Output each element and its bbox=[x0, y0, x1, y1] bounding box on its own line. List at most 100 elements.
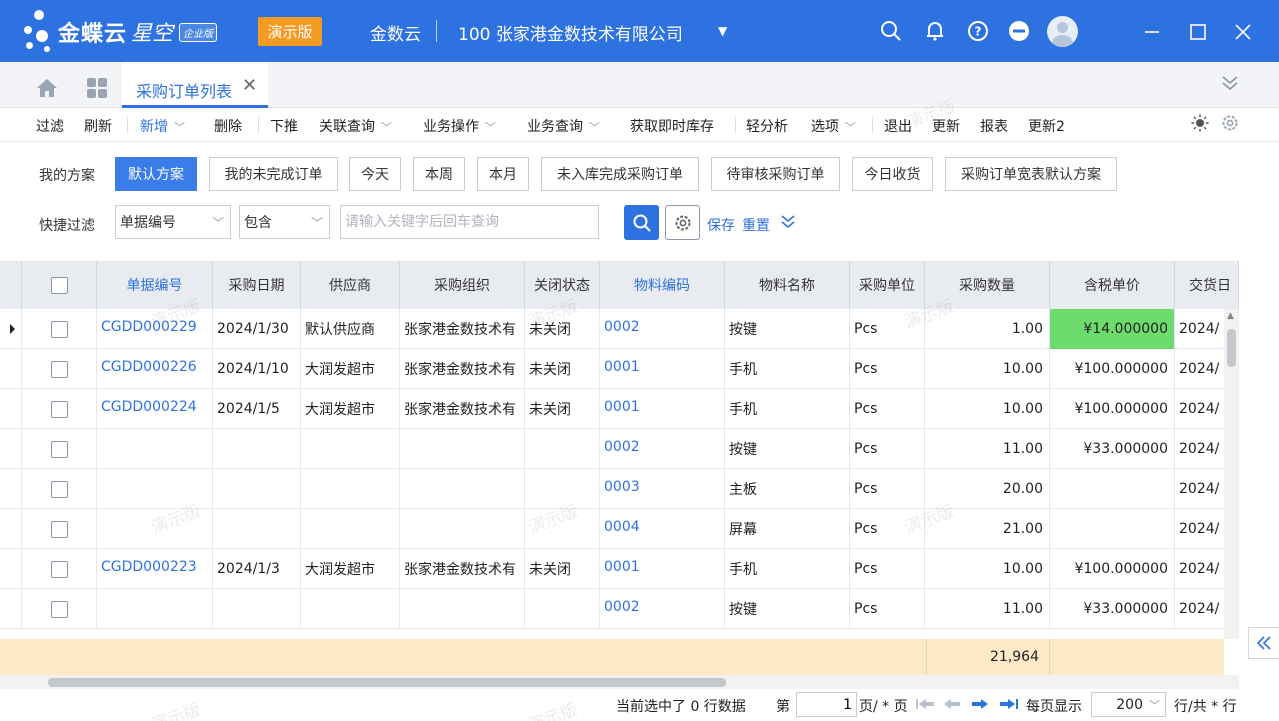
scheme-today-button[interactable]: 今天 bbox=[349, 157, 401, 191]
first-page-icon[interactable] bbox=[916, 697, 934, 715]
horizontal-scroll-thumb[interactable] bbox=[48, 678, 726, 687]
cell-material-code[interactable]: 0004 bbox=[600, 509, 725, 549]
col-delivery[interactable]: 交货日 bbox=[1175, 261, 1239, 309]
row-checkbox[interactable] bbox=[50, 320, 68, 338]
table-row[interactable]: 0002 按键 Pcs 11.00 ¥33.000000 2024/ bbox=[0, 589, 1239, 629]
avatar[interactable] bbox=[1047, 16, 1078, 47]
col-price[interactable]: 含税单价 bbox=[1050, 261, 1175, 309]
col-qty[interactable]: 采购数量 bbox=[925, 261, 1050, 309]
row-checkbox[interactable] bbox=[50, 520, 68, 538]
row-checkbox[interactable] bbox=[50, 400, 68, 418]
light-analysis-button[interactable]: 轻分析 bbox=[746, 116, 788, 136]
options-button[interactable]: 选项 ﹀ bbox=[811, 116, 856, 136]
settings-gear-icon[interactable] bbox=[1220, 113, 1240, 137]
more-icon[interactable] bbox=[1006, 18, 1032, 44]
select-all-checkbox[interactable] bbox=[50, 276, 68, 294]
table-row[interactable]: 0004 屏幕 Pcs 21.00 2024/ bbox=[0, 509, 1239, 549]
filter-field-select[interactable]: 单据编号 ﹀ bbox=[115, 205, 231, 239]
cell-bill-no[interactable]: CGDD000226 bbox=[97, 349, 213, 389]
per-page-select[interactable]: 200 ﹀ bbox=[1091, 692, 1166, 717]
scheme-this-week-button[interactable]: 本周 bbox=[413, 157, 465, 191]
row-checkbox[interactable] bbox=[50, 560, 68, 578]
report-button[interactable]: 报表 bbox=[980, 116, 1008, 136]
table-row[interactable]: CGDD000223 2024/1/3 大润发超市 张家港金数技术有 未关闭 0001 手机… bbox=[0, 549, 1239, 589]
cell-material-code[interactable]: 0001 bbox=[600, 389, 725, 429]
search-icon[interactable] bbox=[878, 18, 904, 44]
chevron-down-icon[interactable]: ﹀ bbox=[381, 119, 392, 135]
close-window-icon[interactable] bbox=[1229, 18, 1257, 46]
bell-icon[interactable] bbox=[922, 18, 948, 44]
business-query-button[interactable]: 业务查询 ﹀ bbox=[527, 116, 600, 136]
filter-operator-select[interactable]: 包含 ﹀ bbox=[239, 205, 330, 239]
save-filter-link[interactable]: 保存 bbox=[707, 215, 735, 235]
maximize-icon[interactable] bbox=[1184, 18, 1212, 46]
cell-material-code[interactable]: 0002 bbox=[600, 309, 725, 349]
cell-bill-no[interactable] bbox=[97, 429, 213, 469]
update-button[interactable]: 更新 bbox=[932, 116, 960, 136]
cell-material-code[interactable]: 0001 bbox=[600, 349, 725, 389]
scheme-not-stocked-button[interactable]: 未入库完成采购订单 bbox=[541, 157, 699, 191]
row-checkbox[interactable] bbox=[50, 440, 68, 458]
company-selector[interactable]: 100 张家港金数技术有限公司 bbox=[458, 20, 683, 45]
horizontal-scrollbar[interactable] bbox=[0, 675, 1239, 689]
cell-material-code[interactable]: 0002 bbox=[600, 429, 725, 469]
update2-button[interactable]: 更新2 bbox=[1028, 116, 1065, 136]
row-checkbox[interactable] bbox=[50, 600, 68, 618]
help-icon[interactable]: ? bbox=[965, 18, 991, 44]
related-query-button[interactable]: 关联查询 ﹀ bbox=[319, 116, 392, 136]
delete-button[interactable]: 删除 bbox=[214, 116, 242, 136]
scheme-pending-audit-button[interactable]: 待审核采购订单 bbox=[711, 157, 840, 191]
cell-bill-no[interactable] bbox=[97, 469, 213, 509]
search-button[interactable] bbox=[624, 205, 659, 240]
table-row[interactable]: CGDD000224 2024/1/5 大润发超市 张家港金数技术有 未关闭 0001 手机… bbox=[0, 389, 1239, 429]
chevron-down-icon[interactable]: ﹀ bbox=[589, 119, 600, 135]
filter-button[interactable]: 过滤 bbox=[36, 116, 64, 136]
scheme-today-received-button[interactable]: 今日收货 bbox=[852, 157, 933, 191]
cell-bill-no[interactable] bbox=[97, 589, 213, 629]
table-row[interactable]: 0003 主板 Pcs 20.00 2024/ bbox=[0, 469, 1239, 509]
col-org[interactable]: 采购组织 bbox=[400, 261, 525, 309]
scheme-default-button[interactable]: 默认方案 bbox=[115, 157, 197, 191]
filter-settings-button[interactable] bbox=[665, 205, 700, 240]
prev-page-icon[interactable] bbox=[944, 697, 960, 715]
col-supplier[interactable]: 供应商 bbox=[301, 261, 400, 309]
search-input[interactable] bbox=[340, 205, 599, 239]
cell-material-code[interactable]: 0003 bbox=[600, 469, 725, 509]
expand-filter-icon[interactable] bbox=[781, 214, 795, 234]
col-date[interactable]: 采购日期 bbox=[213, 261, 301, 309]
scheme-my-unfinished-button[interactable]: 我的未完成订单 bbox=[209, 157, 338, 191]
cell-bill-no[interactable]: CGDD000223 bbox=[97, 549, 213, 589]
tab-purchase-order-list[interactable]: 采购订单列表 ✕ bbox=[122, 62, 268, 108]
vertical-scroll-thumb[interactable] bbox=[1227, 329, 1236, 367]
col-unit[interactable]: 采购单位 bbox=[850, 261, 925, 309]
cell-bill-no[interactable]: CGDD000229 bbox=[97, 309, 213, 349]
table-row[interactable]: 0002 按键 Pcs 11.00 ¥33.000000 2024/ bbox=[0, 429, 1239, 469]
col-material-name[interactable]: 物料名称 bbox=[725, 261, 850, 309]
cell-bill-no[interactable] bbox=[97, 509, 213, 549]
push-down-button[interactable]: 下推 bbox=[270, 116, 298, 136]
row-checkbox[interactable] bbox=[50, 360, 68, 378]
minimize-icon[interactable] bbox=[1138, 18, 1166, 46]
scheme-this-month-button[interactable]: 本月 bbox=[477, 157, 529, 191]
vertical-scrollbar[interactable]: ▲ bbox=[1224, 309, 1239, 639]
business-ops-button[interactable]: 业务操作 ﹀ bbox=[423, 116, 496, 136]
last-page-icon[interactable] bbox=[1000, 697, 1018, 715]
scheme-wide-table-button[interactable]: 采购订单宽表默认方案 bbox=[945, 157, 1117, 191]
chevron-down-icon[interactable]: ﹀ bbox=[174, 119, 185, 135]
exit-button[interactable]: 退出 bbox=[884, 116, 912, 136]
home-icon[interactable] bbox=[36, 78, 58, 98]
refresh-button[interactable]: 刷新 bbox=[84, 116, 112, 136]
tab-close-icon[interactable]: ✕ bbox=[242, 75, 257, 96]
chevron-down-icon[interactable]: ﹀ bbox=[485, 119, 496, 135]
scroll-up-icon[interactable]: ▲ bbox=[1227, 311, 1234, 321]
table-row[interactable]: CGDD000229 2024/1/30 默认供应商 张家港金数技术有 未关闭 0002 按… bbox=[0, 309, 1239, 349]
col-close-status[interactable]: 关闭状态 bbox=[525, 261, 600, 309]
col-bill-no[interactable]: 单据编号 bbox=[97, 261, 213, 309]
side-panel-collapse-icon[interactable] bbox=[1248, 627, 1279, 659]
cell-material-code[interactable]: 0002 bbox=[600, 589, 725, 629]
collapse-chevron-icon[interactable] bbox=[1221, 74, 1239, 96]
get-inventory-button[interactable]: 获取即时库存 bbox=[630, 116, 714, 136]
company-caret-down-icon[interactable]: ▼ bbox=[718, 24, 727, 38]
page-number-input[interactable] bbox=[796, 692, 857, 717]
table-row[interactable]: CGDD000226 2024/1/10 大润发超市 张家港金数技术有 未关闭 0001 手… bbox=[0, 349, 1239, 389]
